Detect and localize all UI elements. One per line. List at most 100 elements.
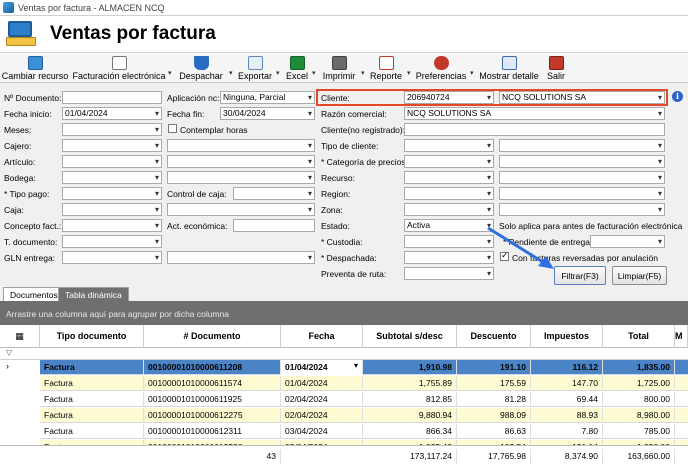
fecha-fin-label: Fecha fin: (167, 109, 205, 119)
filter-row[interactable]: ▽ (0, 348, 688, 360)
concepto-select[interactable] (62, 219, 162, 232)
dispatch-dropdown-icon[interactable]: ▾ (229, 69, 233, 77)
table-row[interactable]: Factura 00100001010000612275 02/04/2024 9,8… (0, 408, 688, 423)
table-row[interactable]: Factura 00100001010000611925 02/04/2024 812… (0, 392, 688, 407)
cell-fecha: 01/04/2024 (281, 376, 363, 391)
exit-button[interactable]: Salir (544, 53, 568, 83)
articulo-name-select[interactable] (167, 155, 315, 168)
col-more[interactable]: M (675, 325, 688, 348)
filter-icon[interactable]: ▽ (6, 348, 12, 357)
print-button[interactable]: Imprimir (320, 53, 358, 83)
cliente-nombre-select[interactable]: NCQ SOLUTIONS SA (499, 91, 665, 104)
col-total[interactable]: Total (603, 325, 675, 348)
excel-button[interactable]: Excel (284, 53, 310, 83)
recurso-name-select[interactable] (499, 171, 665, 184)
bodega-name-select[interactable] (167, 171, 315, 184)
zona-label: Zona: (321, 205, 343, 215)
tipo-cliente-name-select[interactable] (499, 139, 665, 152)
meses-select[interactable] (62, 123, 162, 136)
tab-tabla-dinamica[interactable]: Tabla dinámica (58, 287, 129, 301)
categoria-select[interactable] (404, 155, 494, 168)
gln-select[interactable] (62, 251, 162, 264)
tab-documentos[interactable]: Documentos (3, 287, 65, 301)
fecha-inicio-input[interactable]: 01/04/2024 (62, 107, 162, 120)
preferences-dropdown-icon[interactable]: ▾ (470, 69, 474, 77)
razon-select[interactable]: NCQ SOLUTIONS SA (404, 107, 665, 120)
cell-tipo: Factura (40, 360, 144, 375)
excel-dropdown-icon[interactable]: ▾ (312, 69, 316, 77)
estado-select[interactable]: Activa (404, 219, 494, 232)
tipo-pago-select[interactable] (62, 187, 162, 200)
e-invoice-button[interactable]: Facturación electrónica (72, 53, 166, 83)
num-doc-label: Nº Documento: (4, 93, 62, 103)
table-row[interactable]: Factura 00100001010000611574 01/04/2024 1,7… (0, 376, 688, 391)
zona-name-select[interactable] (499, 203, 665, 216)
fecha-fin-input[interactable]: 30/04/2024 (220, 107, 315, 120)
toolbar: Cambiar recurso Facturación electrónica … (0, 52, 688, 83)
export-dropdown-icon[interactable]: ▾ (276, 69, 280, 77)
change-resource-button[interactable]: Cambiar recurso (2, 53, 68, 83)
articulo-select[interactable] (62, 155, 162, 168)
zona-select[interactable] (404, 203, 494, 216)
dispatch-button[interactable]: Despachar (176, 53, 226, 83)
col-tipo-documento[interactable]: Tipo documento (40, 325, 144, 348)
col-fecha[interactable]: Fecha (281, 325, 363, 348)
column-chooser-icon[interactable]: ▦ (0, 325, 40, 348)
contemplar-horas-checkbox[interactable] (168, 124, 177, 133)
categoria-name-select[interactable] (499, 155, 665, 168)
table-row[interactable]: › Factura 00100001010000611208 01/04/2024 1,… (0, 360, 688, 375)
export-button[interactable]: Exportar (236, 53, 274, 83)
caja-name-select[interactable] (167, 203, 315, 216)
report-button[interactable]: Reporte (368, 53, 404, 83)
result-tabs: Documentos Tabla dinámica (0, 287, 688, 301)
e-invoice-dropdown-icon[interactable]: ▾ (168, 69, 172, 77)
pendiente-select[interactable] (590, 235, 665, 248)
tipo-cliente-select[interactable] (404, 139, 494, 152)
preventa-select[interactable] (404, 267, 494, 280)
filter-button[interactable]: Filtrar(F3) (554, 266, 606, 285)
show-detail-button[interactable]: Mostrar detalle (479, 53, 539, 83)
preferences-button[interactable]: Preferencias (414, 53, 468, 83)
col-documento[interactable]: # Documento (144, 325, 281, 348)
report-dropdown-icon[interactable]: ▾ (407, 69, 411, 77)
cell-impuestos: 116.12 (531, 360, 603, 375)
caja-select[interactable] (62, 203, 162, 216)
region-name-select[interactable] (499, 187, 665, 200)
col-descuento[interactable]: Descuento (457, 325, 531, 348)
cell-documento: 00100001010000611208 (144, 360, 281, 375)
custodia-label: * Custodia: (321, 237, 363, 247)
footer-descuento: 17,765.98 (457, 449, 531, 464)
control-caja-select[interactable] (233, 187, 315, 200)
cajero-name-select[interactable] (167, 139, 315, 152)
bodega-select[interactable] (62, 171, 162, 184)
custodia-select[interactable] (404, 235, 494, 248)
col-subtotal[interactable]: Subtotal s/desc (363, 325, 457, 348)
info-icon[interactable]: i (672, 91, 683, 102)
sales-register-icon (6, 19, 38, 49)
cell-total: 1,725.00 (603, 376, 675, 391)
cajero-select[interactable] (62, 139, 162, 152)
footer-count: 43 (144, 449, 281, 464)
num-doc-input[interactable] (62, 91, 162, 104)
gln-name-select[interactable] (167, 251, 315, 264)
cliente-nr-input[interactable] (404, 123, 665, 136)
cell-documento: 00100001010000611574 (144, 376, 281, 391)
despachada-select[interactable] (404, 251, 494, 264)
print-dropdown-icon[interactable]: ▾ (361, 69, 365, 77)
date-dropdown-icon[interactable]: ▾ (354, 361, 358, 370)
cell-descuento: 81.28 (457, 392, 531, 407)
exit-icon (548, 56, 564, 70)
t-documento-select[interactable] (62, 235, 162, 248)
clear-button[interactable]: Limpiar(F5) (612, 266, 667, 285)
cliente-codigo-select[interactable]: 206940724 (404, 91, 494, 104)
act-economica-input[interactable] (233, 219, 315, 232)
table-row[interactable]: Factura 00100001010000612311 03/04/2024 866… (0, 424, 688, 439)
recurso-select[interactable] (404, 171, 494, 184)
aplicacion-select[interactable]: Ninguna, Parcial (220, 91, 315, 104)
caja-label: Caja: (4, 205, 24, 215)
region-select[interactable] (404, 187, 494, 200)
cajero-label: Cajero: (4, 141, 32, 151)
cell-fecha: 02/04/2024 (281, 408, 363, 423)
export-icon (247, 56, 263, 70)
col-impuestos[interactable]: Impuestos (531, 325, 603, 348)
